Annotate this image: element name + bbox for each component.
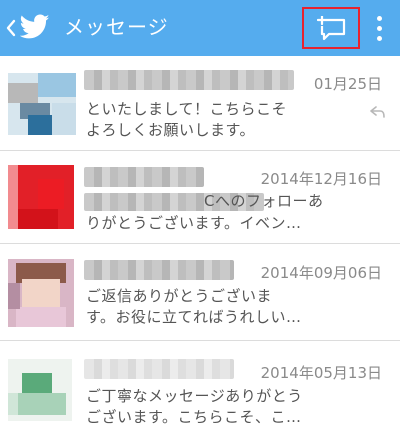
chevron-left-icon[interactable] (4, 16, 18, 40)
app-bar: メッセージ (0, 0, 400, 56)
list-item[interactable]: 2014年12月16日 Cへのフォローあ りがとうございます。イベン… (0, 151, 400, 244)
message-date: 01月25日 (313, 75, 382, 93)
message-snippet-line-2: りがとうございます。イベン… (86, 214, 302, 232)
avatar (8, 259, 74, 327)
message-date: 2014年09月06日 (260, 264, 382, 282)
compose-button[interactable] (302, 7, 360, 49)
compose-message-icon (317, 16, 346, 41)
page-title: メッセージ (64, 15, 169, 39)
sender-name-redacted (84, 167, 204, 187)
message-date: 2014年05月13日 (260, 364, 382, 382)
twitter-bird-icon[interactable] (20, 14, 50, 40)
list-item[interactable]: 2014年09月06日 ご返信ありがとうございま す。お役に立てればうれしい… (0, 244, 400, 341)
list-item[interactable]: 01月25日 といたしまして！こちらこそ よろしくお願いします。 (0, 56, 400, 151)
message-date: 2014年12月16日 (260, 170, 382, 188)
sender-name-redacted (84, 260, 234, 280)
list-item[interactable]: 2014年05月13日 ご丁寧なメッセージありがとう ございます。こちらこそ、こ… (0, 341, 400, 438)
message-snippet-line-1: Cへのフォローあ (204, 192, 324, 210)
message-snippet: ご丁寧なメッセージありがとう ございます。こちらこそ、こ… (86, 387, 303, 426)
sender-name-redacted (84, 359, 234, 379)
avatar (8, 73, 76, 135)
sender-name-redacted (84, 70, 294, 90)
overflow-menu-icon[interactable] (370, 12, 390, 44)
message-snippet: といたしまして！こちらこそ よろしくお願いします。 (86, 100, 288, 139)
reply-icon (370, 106, 385, 118)
avatar (8, 359, 72, 421)
message-snippet: ご返信ありがとうございま す。お役に立てればうれしい… (86, 287, 302, 326)
avatar (8, 165, 74, 229)
